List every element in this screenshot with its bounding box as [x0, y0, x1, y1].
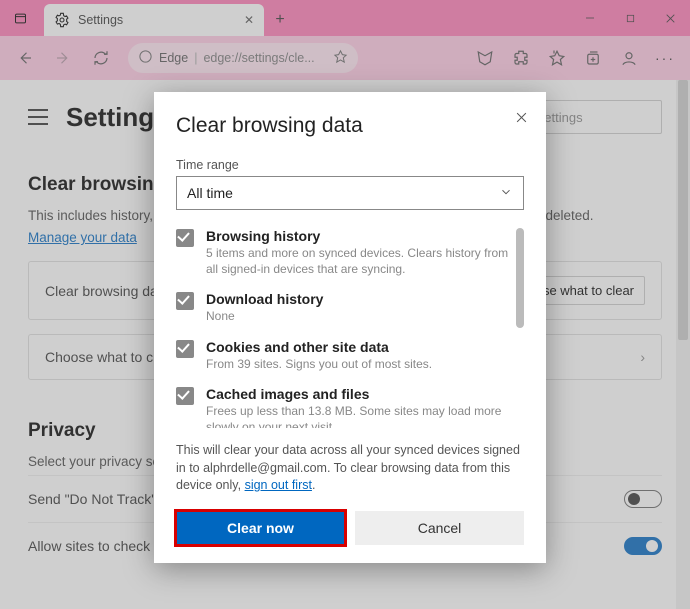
checkbox-cookies[interactable]	[176, 340, 194, 358]
sign-out-link[interactable]: sign out first	[245, 478, 312, 492]
data-type-list: Browsing history5 items and more on sync…	[176, 228, 524, 428]
cancel-button[interactable]: Cancel	[355, 511, 524, 545]
checkbox-download-history[interactable]	[176, 292, 194, 310]
list-item: Browsing history5 items and more on sync…	[176, 228, 510, 277]
dialog-footer-note: This will clear your data across all you…	[176, 442, 524, 495]
clear-now-button[interactable]: Clear now	[176, 511, 345, 545]
clear-browsing-data-dialog: Clear browsing data Time range All time …	[154, 92, 546, 563]
checkbox-browsing-history[interactable]	[176, 229, 194, 247]
chevron-down-icon	[499, 185, 513, 202]
list-item: Cached images and filesFrees up less tha…	[176, 386, 510, 428]
list-scrollbar[interactable]	[516, 228, 524, 328]
dialog-title: Clear browsing data	[176, 114, 524, 138]
time-range-select[interactable]: All time	[176, 176, 524, 210]
checkbox-cache[interactable]	[176, 387, 194, 405]
time-range-label: Time range	[176, 158, 524, 172]
dialog-close-button[interactable]	[510, 106, 532, 128]
list-item: Cookies and other site dataFrom 39 sites…	[176, 339, 510, 372]
list-item: Download historyNone	[176, 291, 510, 324]
